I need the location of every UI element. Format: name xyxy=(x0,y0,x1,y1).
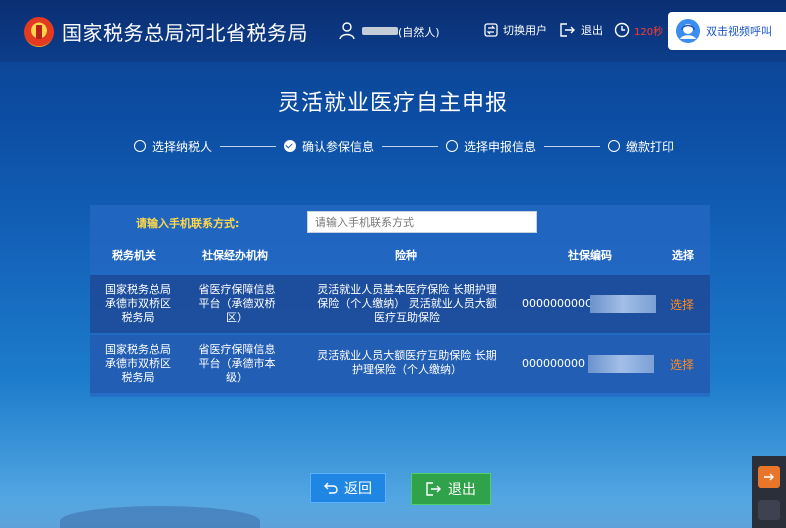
back-button[interactable]: 返回 xyxy=(310,473,386,503)
phone-row: 请输入手机联系方式: xyxy=(90,205,710,239)
step-label: 选择纳税人 xyxy=(152,139,213,154)
insurance-cell: 灵活就业人员大额医疗互助保险 长期 护理保险（个人缴纳） xyxy=(294,349,520,377)
insurance-panel: 请输入手机联系方式: 税务机关 社保经办机构 险种 社保编码 选择 国家税务总局… xyxy=(90,205,710,397)
phone-label: 请输入手机联系方式: xyxy=(136,217,240,230)
cell-line: 区） xyxy=(226,311,248,324)
dock-arrow-icon[interactable] xyxy=(758,466,780,488)
tax-emblem-icon xyxy=(24,17,54,47)
back-label: 返回 xyxy=(344,481,372,497)
logout-icon xyxy=(560,23,575,37)
exit-button[interactable]: 退出 xyxy=(411,473,491,505)
undo-icon xyxy=(324,482,338,494)
video-call-button[interactable]: 双击视频呼叫 xyxy=(668,12,786,50)
step-label: 选择申报信息 xyxy=(464,139,537,154)
exit-label: 退出 xyxy=(448,482,476,498)
video-call-label: 双击视频呼叫 xyxy=(706,25,772,38)
session-timer: 120秒 xyxy=(614,22,663,38)
column-header-select: 选择 xyxy=(672,249,694,262)
step-connector xyxy=(220,145,276,147)
check-circle-icon xyxy=(284,140,296,152)
agency-cell: 省医疗保障信息 平台（承德双桥 区） xyxy=(186,283,288,325)
user-icon xyxy=(339,22,355,40)
step-select-declaration: 选择申报信息 xyxy=(446,138,536,155)
tax-authority-cell: 国家税务总局 承德市双桥区 税务局 xyxy=(96,283,180,325)
cell-line: 税务局 xyxy=(121,371,155,384)
cell-line: 承德市双桥区 xyxy=(105,357,171,370)
user-type-label: (自然人) xyxy=(398,26,440,39)
select-link[interactable]: 选择 xyxy=(670,296,694,313)
cell-line: 税务局 xyxy=(121,311,155,324)
column-header-agency: 社保经办机构 xyxy=(202,249,268,262)
column-header-insurance: 险种 xyxy=(395,249,417,262)
step-connector xyxy=(382,145,438,147)
column-header-tax-authority: 税务机关 xyxy=(112,249,156,262)
cell-line: 国家税务总局 xyxy=(105,343,171,356)
page-title: 灵活就业医疗自主申报 xyxy=(277,91,508,116)
cell-line: 省医疗保障信息 xyxy=(198,343,276,356)
step-pending-icon xyxy=(446,140,458,152)
step-connector xyxy=(544,145,600,147)
timer-seconds: 120秒 xyxy=(634,26,664,38)
top-header: 国家税务总局河北省税务局 (自然人) 切换用户 退出 120秒 双击视频呼叫 xyxy=(0,0,786,62)
cell-line: 护理保险（个人缴纳） xyxy=(352,363,462,376)
cell-line: 承德市双桥区 xyxy=(105,297,171,310)
step-indicator: 选择纳税人 确认参保信息 选择申报信息 缴款打印 xyxy=(134,138,674,154)
cell-line: 灵活就业人员大额医疗互助保险 长期 xyxy=(317,349,497,362)
cell-line: 灵活就业人员基本医疗保险 长期护理 xyxy=(317,283,497,296)
insurance-cell: 灵活就业人员基本医疗保险 长期护理 保险（个人缴纳） 灵活就业人员大额 医疗互助… xyxy=(294,283,520,325)
masked-user-name xyxy=(362,27,398,35)
switch-user-icon xyxy=(484,23,498,37)
table-row: 国家税务总局 承德市双桥区 税务局 省医疗保障信息 平台（承德双桥 区） 灵活就… xyxy=(90,275,710,333)
switch-user-label: 切换用户 xyxy=(503,24,547,37)
exit-icon xyxy=(426,482,441,496)
logout-label: 退出 xyxy=(581,24,603,37)
step-label: 缴款打印 xyxy=(626,139,675,154)
cell-line: 国家税务总局 xyxy=(105,283,171,296)
step-pending-icon xyxy=(608,140,620,152)
brand-title: 国家税务总局河北省税务局 xyxy=(62,21,308,45)
column-header-code: 社保编码 xyxy=(568,249,612,262)
tax-authority-cell: 国家税务总局 承德市双桥区 税务局 xyxy=(96,343,180,385)
dock-secondary-icon[interactable] xyxy=(758,500,780,520)
clock-icon xyxy=(614,22,630,38)
agency-cell: 省医疗保障信息 平台（承德市本 级） xyxy=(186,343,288,385)
social-security-code: 000000000 xyxy=(522,357,585,370)
step-payment-print: 缴款打印 xyxy=(608,138,674,155)
masked-code xyxy=(588,355,654,373)
background-scenery xyxy=(0,500,786,528)
side-dock xyxy=(752,456,786,528)
phone-input[interactable] xyxy=(307,211,537,233)
step-confirm-insurance: 确认参保信息 xyxy=(284,138,374,155)
customer-service-icon xyxy=(676,19,700,43)
cell-line: 平台（承德市本 xyxy=(198,357,276,370)
table-row: 国家税务总局 承德市双桥区 税务局 省医疗保障信息 平台（承德市本 级） 灵活就… xyxy=(90,335,710,393)
cell-line: 保险（个人缴纳） 灵活就业人员大额 xyxy=(317,297,497,310)
cell-line: 平台（承德双桥 xyxy=(198,297,276,310)
step-label: 确认参保信息 xyxy=(302,139,375,154)
step-select-taxpayer: 选择纳税人 xyxy=(134,138,212,155)
step-pending-icon xyxy=(134,140,146,152)
masked-code xyxy=(590,295,656,313)
cell-line: 医疗互助保险 xyxy=(374,311,440,324)
switch-user-button[interactable]: 切换用户 xyxy=(484,22,547,38)
social-security-code: 000000000C xyxy=(522,297,593,310)
cell-line: 级） xyxy=(226,371,248,384)
cell-line: 省医疗保障信息 xyxy=(198,283,276,296)
logout-button-top[interactable]: 退出 xyxy=(560,22,603,38)
select-link[interactable]: 选择 xyxy=(670,356,694,373)
